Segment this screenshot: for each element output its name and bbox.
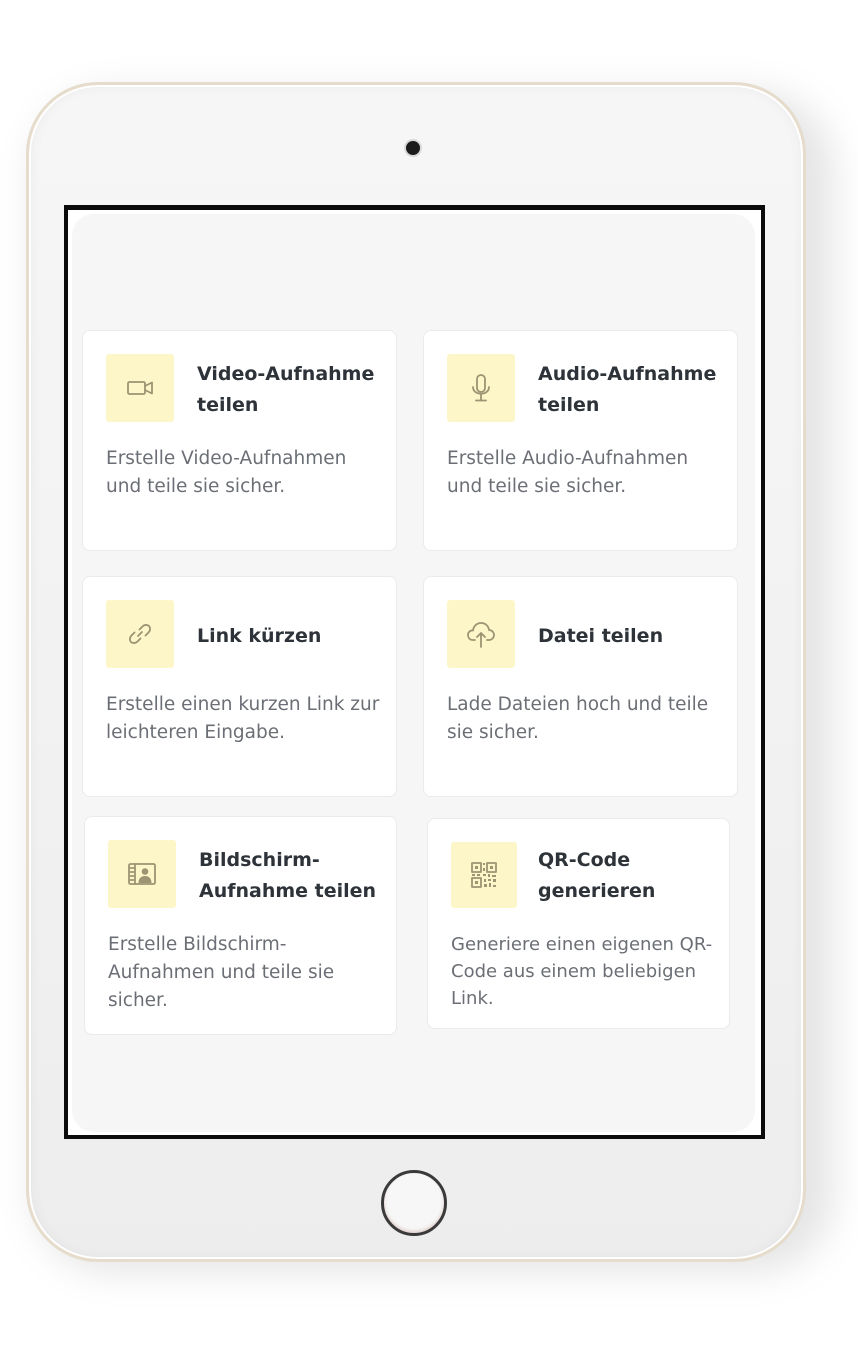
card-title: Bildschirm-Aufnahme teilen: [199, 849, 377, 902]
card-share-file[interactable]: Datei teilen Lade Dateien hoch und teile…: [423, 576, 738, 797]
card-description: Erstelle Bildschirm-Aufnahmen und teile …: [108, 934, 335, 1011]
card-description: Erstelle Audio-Aufnahmen und teile sie s…: [447, 448, 689, 497]
ipad-mockup: Video-Aufnahme teilen Erstelle Video-Auf…: [0, 0, 858, 1350]
card-video-recording[interactable]: Video-Aufnahme teilen Erstelle Video-Auf…: [82, 330, 397, 551]
microphone-icon: [447, 354, 515, 422]
card-audio-recording[interactable]: Audio-Aufnahme teilen Erstelle Audio-Auf…: [423, 330, 738, 551]
link-icon: [106, 600, 174, 668]
card-description: Lade Dateien hoch und teile sie sicher.: [447, 694, 709, 743]
home-button[interactable]: [381, 1170, 447, 1236]
qr-code-icon: [451, 842, 517, 908]
video-camera-icon: [106, 354, 174, 422]
card-description: Generiere einen eigenen QR-Code aus eine…: [451, 934, 713, 1009]
card-shorten-link[interactable]: Link kürzen Erstelle einen kurzen Link z…: [82, 576, 397, 797]
card-title: QR-Code generieren: [538, 849, 656, 902]
card-title: Audio-Aufnahme teilen: [538, 363, 717, 416]
cloud-upload-icon: [447, 600, 515, 668]
card-description: Erstelle Video-Aufnahmen und teile sie s…: [106, 448, 347, 497]
card-title: Datei teilen: [538, 625, 664, 647]
card-qr-code[interactable]: QR-Code generieren Generiere einen eigen…: [427, 818, 730, 1029]
screen-recording-icon: [108, 840, 176, 908]
card-title: Video-Aufnahme teilen: [197, 363, 375, 416]
card-description: Erstelle einen kurzen Link zur leichtere…: [106, 694, 380, 743]
card-screen-recording[interactable]: Bildschirm-Aufnahme teilen Erstelle Bild…: [84, 816, 397, 1035]
card-title: Link kürzen: [197, 625, 322, 647]
front-camera: [406, 141, 420, 155]
